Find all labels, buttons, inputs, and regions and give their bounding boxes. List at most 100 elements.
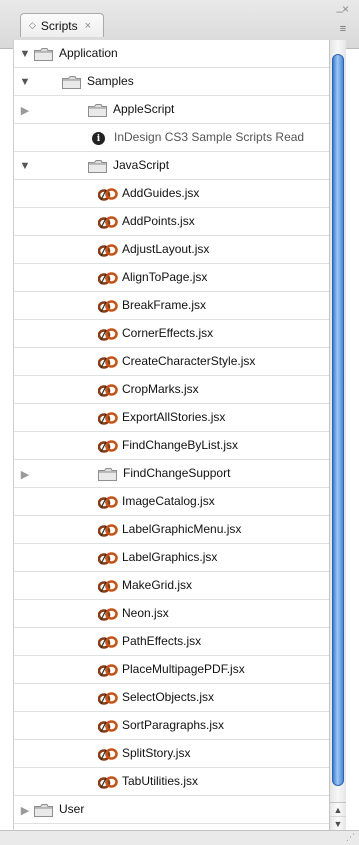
item-label: PlaceMultipagePDF.jsx [122,662,245,676]
item-label: CropMarks.jsx [122,382,199,396]
scrollbar-thumb[interactable] [332,54,344,786]
script-icon [98,300,118,313]
item-label: TabUtilities.jsx [122,774,199,788]
script-row[interactable]: PlaceMultipagePDF.jsx [14,656,330,684]
disclosure-collapsed-icon[interactable]: ▶ [18,103,32,117]
script-icon [98,412,118,425]
item-label: MakeGrid.jsx [122,578,193,592]
script-row[interactable]: MakeGrid.jsx [14,572,330,600]
script-row[interactable]: AlignToPage.jsx [14,264,330,292]
scroll-down-button[interactable]: ▼ [330,816,346,831]
tab-grip-icon: ◇ [29,20,36,30]
tab-scripts[interactable]: ◇ Scripts × [20,13,104,37]
item-label: FindChangeSupport [123,466,231,480]
close-icon[interactable]: × [342,2,349,16]
script-icon [98,328,118,341]
script-icon [98,636,118,649]
item-label: SortParagraphs.jsx [122,718,225,732]
item-label: SelectObjects.jsx [122,690,215,704]
item-label: JavaScript [113,158,170,172]
item-label: SplitStory.jsx [122,746,191,760]
item-label: Samples [87,74,134,88]
scroll-up-button[interactable]: ▲ [330,802,346,817]
script-row[interactable]: PathEffects.jsx [14,628,330,656]
script-row[interactable]: LabelGraphics.jsx [14,544,330,572]
disclosure-collapsed-icon[interactable]: ▶ [18,467,32,481]
script-row[interactable]: SortParagraphs.jsx [14,712,330,740]
item-label: AddPoints.jsx [122,214,195,228]
readme-row[interactable]: i InDesign CS3 Sample Scripts Read [14,124,330,152]
script-icon [98,244,118,257]
folder-row[interactable]: ▼ Samples [14,68,330,96]
item-label: BreakFrame.jsx [122,298,207,312]
script-icon [98,776,118,789]
disclosure-expanded-icon[interactable]: ▼ [18,47,32,61]
item-label: ExportAllStories.jsx [122,410,226,424]
scripts-panel: ◇ Scripts × – × ≡ ▼ Application ▼ Samples ▶ A… [0,0,359,845]
folder-icon [98,468,117,481]
folder-icon [88,160,107,173]
script-icon [98,216,118,229]
disclosure-expanded-icon[interactable]: ▼ [18,75,32,89]
item-label: AdjustLayout.jsx [122,242,210,256]
script-row[interactable]: AddPoints.jsx [14,208,330,236]
folder-row[interactable]: ▶ AppleScript [14,96,330,124]
item-label: FindChangeByList.jsx [122,438,239,452]
folder-row[interactable]: ▶ User [14,796,330,824]
script-icon [98,692,118,705]
item-label: PathEffects.jsx [122,634,202,648]
script-row[interactable]: CornerEffects.jsx [14,320,330,348]
folder-icon [34,48,53,61]
disclosure-collapsed-icon[interactable]: ▶ [18,803,32,817]
item-label: InDesign CS3 Sample Scripts Read [114,130,305,144]
script-icon [98,440,118,453]
script-row[interactable]: Neon.jsx [14,600,330,628]
script-icon [98,356,118,369]
vertical-scrollbar[interactable]: ▲ ▼ [329,40,346,831]
script-row[interactable]: SelectObjects.jsx [14,684,330,712]
tab-close-button[interactable]: × [85,20,91,32]
item-label: Application [59,46,118,60]
disclosure-expanded-icon[interactable]: ▼ [18,159,32,173]
item-label: ImageCatalog.jsx [122,494,215,508]
item-label: CreateCharacterStyle.jsx [122,354,256,368]
script-icon [98,608,118,621]
script-row[interactable]: ExportAllStories.jsx [14,404,330,432]
script-icon [98,188,118,201]
item-label: LabelGraphics.jsx [122,550,218,564]
script-row[interactable]: BreakFrame.jsx [14,292,330,320]
item-label: LabelGraphicMenu.jsx [122,522,242,536]
script-row[interactable]: CreateCharacterStyle.jsx [14,348,330,376]
script-icon [98,552,118,565]
folder-row[interactable]: ▼ Application [14,40,330,68]
script-icon [98,496,118,509]
item-label: Neon.jsx [122,606,169,620]
folder-icon [34,804,53,817]
script-icon [98,524,118,537]
tab-label: Scripts [40,18,78,33]
script-row[interactable]: AdjustLayout.jsx [14,236,330,264]
resize-grip-icon[interactable]: ⋰ [346,832,355,843]
script-icon [98,384,118,397]
item-label: AlignToPage.jsx [122,270,208,284]
item-label: User [59,802,85,816]
item-label: AddGuides.jsx [122,186,200,200]
script-row[interactable]: TabUtilities.jsx [14,768,330,796]
info-icon: i [92,132,105,145]
script-row[interactable]: FindChangeByList.jsx [14,432,330,460]
panel-menu-button[interactable]: ≡ [335,22,351,36]
folder-row[interactable]: ▶ FindChangeSupport [14,460,330,488]
script-icon [98,272,118,285]
script-row[interactable]: CropMarks.jsx [14,376,330,404]
script-icon [98,720,118,733]
script-row[interactable]: ImageCatalog.jsx [14,488,330,516]
script-row[interactable]: LabelGraphicMenu.jsx [14,516,330,544]
panel-footer: ⋰ [0,830,359,845]
script-icon [98,664,118,677]
script-row[interactable]: SplitStory.jsx [14,740,330,768]
script-row[interactable]: AddGuides.jsx [14,180,330,208]
folder-icon [88,104,107,117]
script-icon [98,748,118,761]
script-tree: ▼ Application ▼ Samples ▶ AppleScript i InDesig… [13,40,330,830]
folder-row[interactable]: ▼ JavaScript [14,152,330,180]
